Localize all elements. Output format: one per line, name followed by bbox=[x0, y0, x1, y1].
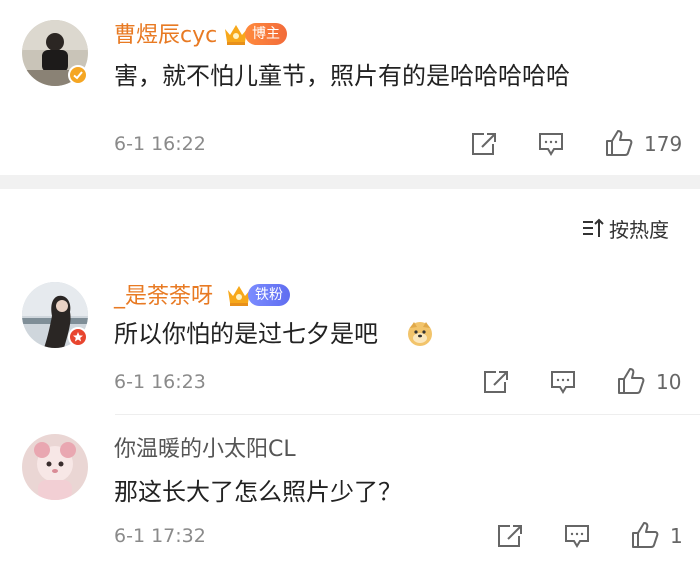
fan-badge: 铁粉 bbox=[248, 284, 290, 306]
verified-badge-icon bbox=[68, 65, 88, 85]
comment-time: 6-1 16:22 bbox=[114, 133, 206, 155]
sort-icon bbox=[581, 217, 605, 243]
blogger-badge: 博主 bbox=[245, 23, 287, 45]
like-icon[interactable] bbox=[616, 366, 646, 396]
sort-toggle-button[interactable]: 按热度 bbox=[581, 216, 669, 244]
share-icon[interactable] bbox=[496, 523, 524, 549]
reply-icon[interactable] bbox=[537, 131, 565, 157]
comment-username[interactable]: 曹煜辰cyc bbox=[114, 22, 217, 50]
divider bbox=[115, 414, 700, 415]
like-count: 10 bbox=[656, 370, 682, 394]
comment-text: 那这长大了怎么照片少了？ bbox=[114, 478, 402, 506]
like-icon[interactable] bbox=[630, 520, 660, 550]
share-icon[interactable] bbox=[470, 131, 498, 157]
section-divider bbox=[0, 175, 700, 189]
doge-emoji-icon bbox=[406, 320, 434, 352]
comment-time: 6-1 16:23 bbox=[114, 371, 206, 393]
reply-icon[interactable] bbox=[563, 523, 591, 549]
reply-icon[interactable] bbox=[549, 369, 577, 395]
comment-username[interactable]: _是荼荼呀 bbox=[114, 283, 213, 311]
verified-badge-icon bbox=[68, 327, 88, 347]
comment-text: 害，就不怕儿童节，照片有的是哈哈哈哈哈 bbox=[114, 62, 570, 90]
comment-time: 6-1 17:32 bbox=[114, 525, 206, 547]
sort-label: 按热度 bbox=[609, 218, 669, 242]
like-count: 179 bbox=[644, 132, 683, 156]
comment-username[interactable]: 你温暖的小太阳CL bbox=[114, 436, 296, 464]
comment-text: 所以你怕的是过七夕是吧 bbox=[114, 320, 378, 348]
like-count: 1 bbox=[670, 524, 683, 548]
like-icon[interactable] bbox=[604, 128, 634, 158]
avatar[interactable] bbox=[22, 434, 88, 500]
share-icon[interactable] bbox=[482, 369, 510, 395]
